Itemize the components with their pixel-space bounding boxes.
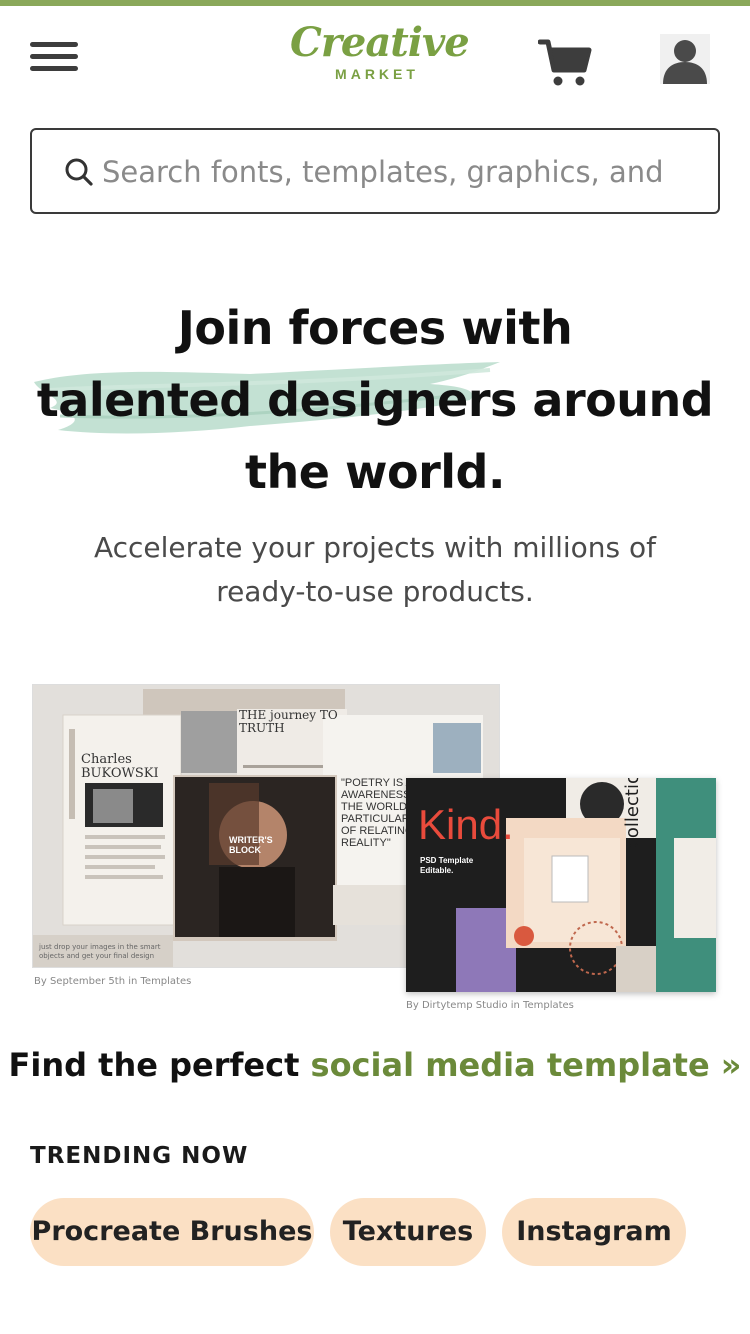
hero-title: Join forces with talented designers arou… [0, 292, 750, 508]
hero-title-line-1: Join forces with [177, 301, 573, 355]
creative-market-logo[interactable]: Creative MARKET [290, 19, 470, 90]
search-bar [30, 128, 720, 214]
hero-subtitle-line-1: Accelerate your projects with millions o… [93, 531, 657, 564]
card-b-brand: Kind. [418, 801, 514, 848]
user-account-icon[interactable] [660, 34, 710, 84]
trending-chip-procreate-brushes[interactable]: Procreate Brushes [30, 1198, 314, 1266]
trending-chip-textures[interactable]: Textures [330, 1198, 486, 1266]
social-media-template-link[interactable]: social media template » [311, 1046, 742, 1084]
promo-line: Find the perfect social media template » [0, 1046, 750, 1084]
promo-prefix: Find the perfect [8, 1046, 311, 1084]
trending-heading: TRENDING NOW [30, 1143, 249, 1169]
card-a-caption: just drop your images in the smart objec… [39, 943, 161, 960]
logo-subtitle: MARKET [335, 66, 419, 82]
hero-section: Join forces with talented designers arou… [0, 292, 750, 508]
card-b-side-text: collection [622, 778, 643, 848]
cart-icon[interactable] [537, 36, 592, 88]
site-header: Creative MARKET [0, 6, 750, 106]
product-showcase: THE journey TO TRUTH Charles BUKOWSKI "P… [32, 682, 718, 1014]
search-icon[interactable] [64, 157, 94, 187]
hero-subtitle: Accelerate your projects with millions o… [40, 526, 710, 614]
card-a-magazine-title: WRITER'S BLOCK [229, 835, 273, 855]
card-b-tagline: PSD Template Editable. [420, 856, 474, 875]
product-card-kind-template[interactable]: Kind. PSD Template Editable. collection [406, 778, 716, 992]
hero-subtitle-line-2: ready-to-use products. [216, 575, 534, 608]
card-b-credit: By Dirtytemp Studio in Templates [406, 1000, 574, 1011]
hero-title-line-2: talented designers around [36, 373, 714, 427]
hamburger-menu-icon[interactable] [30, 42, 78, 76]
trending-chip-instagram[interactable]: Instagram [502, 1198, 686, 1266]
card-a-author: Charles BUKOWSKI [81, 752, 159, 781]
hero-title-line-3: the world. [245, 445, 505, 499]
search-input[interactable] [102, 148, 702, 196]
card-a-headline: THE journey TO TRUTH [239, 708, 338, 735]
card-a-credit: By September 5th in Templates [34, 976, 192, 987]
logo-wordmark: Creative [290, 19, 470, 66]
